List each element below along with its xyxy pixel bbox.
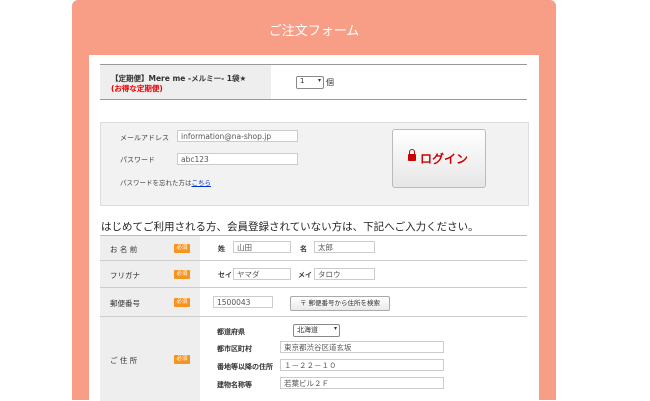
forgot-password-link[interactable]: こちら	[192, 179, 212, 187]
building-label: 建物名称等	[217, 381, 252, 389]
sei-label: 姓	[218, 245, 225, 253]
kana-label-cell: フリガナ 必須	[100, 261, 200, 287]
address-row: ご 住 所 必須 都道府県 北海道 ▾ 都市区町村 東京都渋谷区道玄坂 番地等以…	[100, 317, 527, 401]
lock-icon	[408, 149, 416, 161]
first-name-field[interactable]: 太郎	[314, 241, 375, 253]
street-field[interactable]: １－２２－１０	[280, 359, 444, 371]
building-field[interactable]: 若葉ビル２Ｆ	[280, 377, 444, 389]
quantity-select[interactable]: 1 ▾	[296, 76, 324, 89]
city-label: 都市区町村	[217, 345, 252, 353]
required-badge: 必須	[174, 298, 190, 307]
forgot-text: パスワードを忘れた方は	[120, 179, 192, 187]
guest-intro-text: はじめてご利用される方、会員登録されていない方は、下記へご入力ください。	[101, 221, 479, 233]
customer-fields: お 名 前 必須 姓 山田 名 太郎 フリガナ 必須 セイ ヤマダ メイ タロウ	[100, 235, 527, 401]
forgot-password-text: パスワードを忘れた方はこちら	[120, 177, 211, 187]
last-name-kana-field[interactable]: ヤマダ	[233, 268, 291, 280]
quantity-unit: 個	[326, 78, 334, 87]
form-title: ご注文フォーム	[268, 24, 360, 39]
mei-label: 名	[300, 245, 307, 253]
password-label: パスワード	[120, 156, 155, 164]
required-badge: 必須	[174, 355, 190, 364]
first-name-kana-field[interactable]: タロウ	[314, 268, 375, 280]
zip-label: 郵便番号	[110, 299, 140, 308]
required-badge: 必須	[174, 244, 190, 253]
product-row: 【定期便】Mere me -メルミー- 1袋★ (お得な定期便) 1 ▾ 個	[100, 64, 527, 100]
mei-kana-label: メイ	[298, 271, 312, 279]
pref-label: 都道府県	[217, 328, 245, 336]
address-label: ご 住 所	[110, 356, 138, 365]
product-note: (お得な定期便)	[111, 84, 163, 93]
password-field[interactable]: abc123	[177, 153, 298, 165]
chevron-down-icon: ▾	[317, 77, 321, 84]
email-field[interactable]: information@na-shop.jp	[177, 130, 298, 142]
zip-field[interactable]: 1500043	[213, 296, 273, 308]
sei-kana-label: セイ	[218, 271, 232, 279]
name-label-cell: お 名 前 必須	[100, 236, 200, 260]
kana-label: フリガナ	[110, 271, 140, 280]
address-label-cell: ご 住 所 必須	[100, 317, 200, 401]
last-name-field[interactable]: 山田	[233, 241, 291, 253]
prefecture-select[interactable]: 北海道 ▾	[293, 324, 340, 337]
zip-label-cell: 郵便番号 必須	[100, 288, 200, 316]
chevron-down-icon: ▾	[333, 325, 337, 332]
quantity-value: 1	[300, 77, 305, 85]
form-panel: 【定期便】Mere me -メルミー- 1袋★ (お得な定期便) 1 ▾ 個 メ…	[89, 55, 539, 401]
required-badge: 必須	[174, 270, 190, 279]
kana-row: フリガナ 必須 セイ ヤマダ メイ タロウ	[100, 261, 527, 288]
product-cell: 【定期便】Mere me -メルミー- 1袋★ (お得な定期便)	[100, 65, 271, 99]
email-label: メールアドレス	[120, 134, 169, 142]
login-box: メールアドレス information@na-shop.jp パスワード abc…	[100, 122, 529, 206]
street-label: 番地等以降の住所	[217, 363, 273, 371]
prefecture-value: 北海道	[297, 326, 318, 334]
zip-search-button[interactable]: 〒 郵便番号から住所を検索	[290, 296, 390, 311]
name-row: お 名 前 必須 姓 山田 名 太郎	[100, 236, 527, 261]
name-label: お 名 前	[110, 245, 138, 254]
order-form-container: ご注文フォーム 【定期便】Mere me -メルミー- 1袋★ (お得な定期便)…	[72, 0, 556, 401]
login-button-label: ログイン	[420, 152, 469, 166]
zip-row: 郵便番号 必須 1500043 〒 郵便番号から住所を検索	[100, 288, 527, 317]
login-button[interactable]: ログイン	[392, 129, 486, 188]
city-field[interactable]: 東京都渋谷区道玄坂	[280, 341, 444, 353]
